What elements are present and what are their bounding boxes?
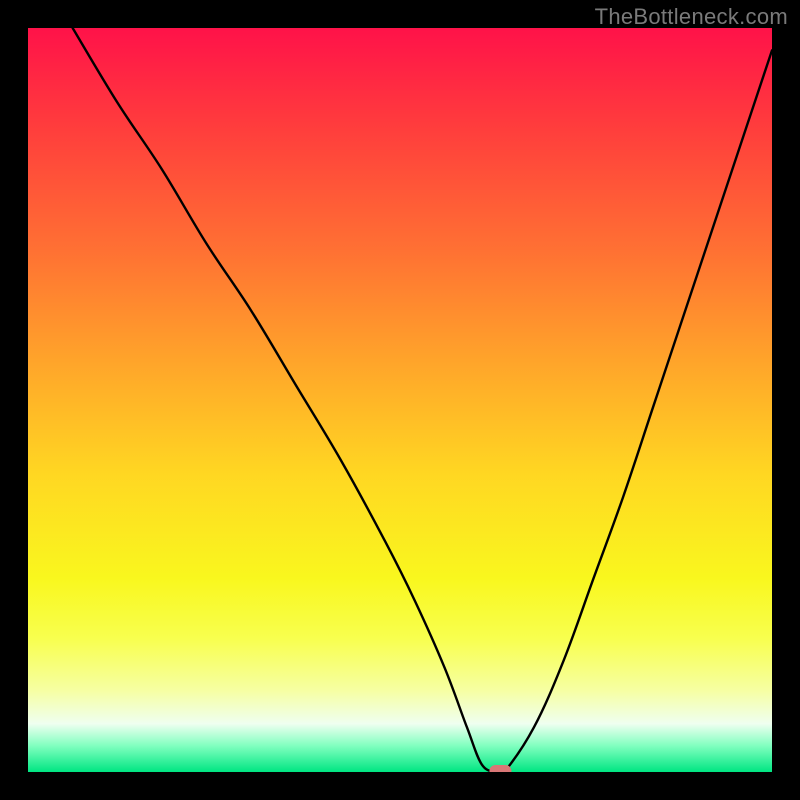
watermark-text: TheBottleneck.com — [595, 4, 788, 30]
gradient-background — [28, 28, 772, 772]
optimal-marker — [489, 765, 511, 772]
chart-frame: TheBottleneck.com — [0, 0, 800, 800]
plot-area — [28, 28, 772, 772]
bottleneck-chart-svg — [28, 28, 772, 772]
